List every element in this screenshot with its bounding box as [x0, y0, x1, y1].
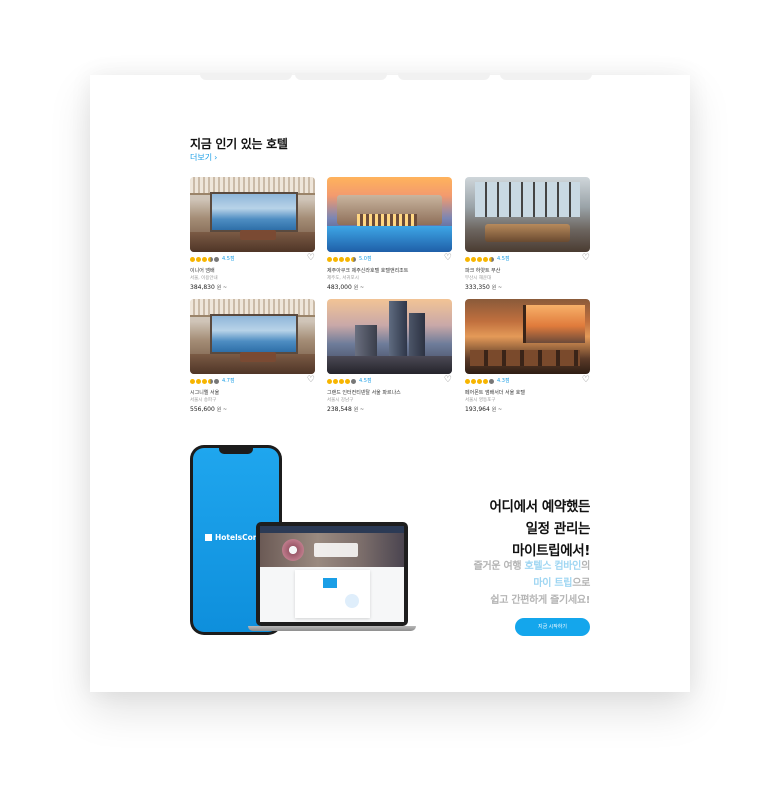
star-rating — [190, 379, 219, 384]
rating-score: 4.7점 — [222, 378, 235, 384]
rating-score: 4.5점 — [359, 378, 372, 384]
hotel-card[interactable]: 4.5점 ♡ 파크 하얏트 부산 부산시 해운대 333,350 원 ~ — [465, 177, 590, 292]
top-tab[interactable] — [398, 73, 490, 80]
hotel-location: 서울시 영등포구 — [465, 398, 496, 403]
hotel-location: 제주도, 서귀포시 — [327, 276, 359, 281]
hotel-name: 시그니엘 서울 — [190, 390, 220, 396]
content-panel: 지금 인기 있는 호텔 더보기 › 4.5점 ♡ 이니어 앰배 서울, 이용안내 … — [90, 73, 690, 692]
star-rating — [465, 257, 494, 262]
promo-title: 어디에서 예약했든 일정 관리는 마이트립에서! — [489, 499, 591, 559]
heart-icon[interactable]: ♡ — [444, 254, 452, 263]
rating-score: 4.5점 — [222, 256, 235, 262]
laptop-mockup — [248, 522, 416, 632]
hotel-card[interactable]: 5.0점 ♡ 제주아쿠크 제주신라호텔 호텔앤리조트 제주도, 서귀포시 483… — [327, 177, 452, 292]
rating-score: 5.0점 — [359, 256, 372, 262]
hotel-location: 서울시 송파구 — [190, 398, 217, 403]
hotel-card[interactable]: 4.7점 ♡ 시그니엘 서울 서울시 송파구 556,600 원 ~ — [190, 299, 315, 414]
star-rating — [327, 257, 356, 262]
star-rating — [327, 379, 356, 384]
hotel-location: 서울, 이용안내 — [190, 276, 218, 281]
start-now-button[interactable]: 지금 시작하기 — [515, 618, 590, 636]
star-rating — [465, 379, 494, 384]
top-tab[interactable] — [500, 73, 592, 80]
chevron-right-icon: › — [214, 153, 218, 162]
top-tab[interactable] — [295, 73, 387, 80]
hotel-name: 그랜드 인터컨티넨탈 서울 파르나스 — [327, 390, 401, 396]
hotel-photo — [465, 299, 590, 374]
heart-icon[interactable]: ♡ — [582, 254, 590, 263]
hotel-photo — [327, 299, 452, 374]
heart-icon[interactable]: ♡ — [307, 376, 315, 385]
hotel-photo — [465, 177, 590, 252]
rating-score: 4.3점 — [497, 378, 510, 384]
hotel-price: 333,350 원 ~ — [465, 284, 503, 291]
hotel-name: 페어몬트 앰배서더 서울 호텔 — [465, 390, 525, 396]
heart-icon[interactable]: ♡ — [582, 376, 590, 385]
top-tab[interactable] — [200, 73, 292, 80]
hotel-price: 483,000 원 ~ — [327, 284, 365, 291]
hotel-photo — [190, 299, 315, 374]
hotel-card[interactable]: 4.5점 ♡ 이니어 앰배 서울, 이용안내 384,830 원 ~ — [190, 177, 315, 292]
more-link-label: 더보기 — [190, 153, 213, 162]
hotel-location: 서울시 강남구 — [327, 398, 354, 403]
heart-icon[interactable]: ♡ — [444, 376, 452, 385]
heart-icon[interactable]: ♡ — [307, 254, 315, 263]
hotel-location: 부산시 해운대 — [465, 276, 492, 281]
promo-subtitle: 즐거운 여행 호텔스 컴바인의 마이 트립으로 쉽고 간편하게 즐기세요! — [473, 561, 591, 606]
star-rating — [190, 257, 219, 262]
hotel-price: 193,964 원 ~ — [465, 406, 503, 413]
hotel-card[interactable]: 4.3점 ♡ 페어몬트 앰배서더 서울 호텔 서울시 영등포구 193,964 … — [465, 299, 590, 414]
hotel-card[interactable]: 4.5점 ♡ 그랜드 인터컨티넨탈 서울 파르나스 서울시 강남구 238,54… — [327, 299, 452, 414]
hotel-price: 384,830 원 ~ — [190, 284, 228, 291]
top-tab-strip — [90, 73, 690, 81]
section-title: 지금 인기 있는 호텔 — [190, 137, 288, 151]
more-link[interactable]: 더보기 › — [190, 152, 217, 163]
hotel-price: 556,600 원 ~ — [190, 406, 228, 413]
hotel-name: 이니어 앰배 — [190, 268, 215, 274]
rating-score: 4.5점 — [497, 256, 510, 262]
hotel-photo — [190, 177, 315, 252]
laptop-screen — [260, 526, 404, 622]
hotel-name: 제주아쿠크 제주신라호텔 호텔앤리조트 — [327, 268, 409, 274]
hotel-name: 파크 하얏트 부산 — [465, 268, 501, 274]
hotel-price: 238,548 원 ~ — [327, 406, 365, 413]
hotel-photo — [327, 177, 452, 252]
